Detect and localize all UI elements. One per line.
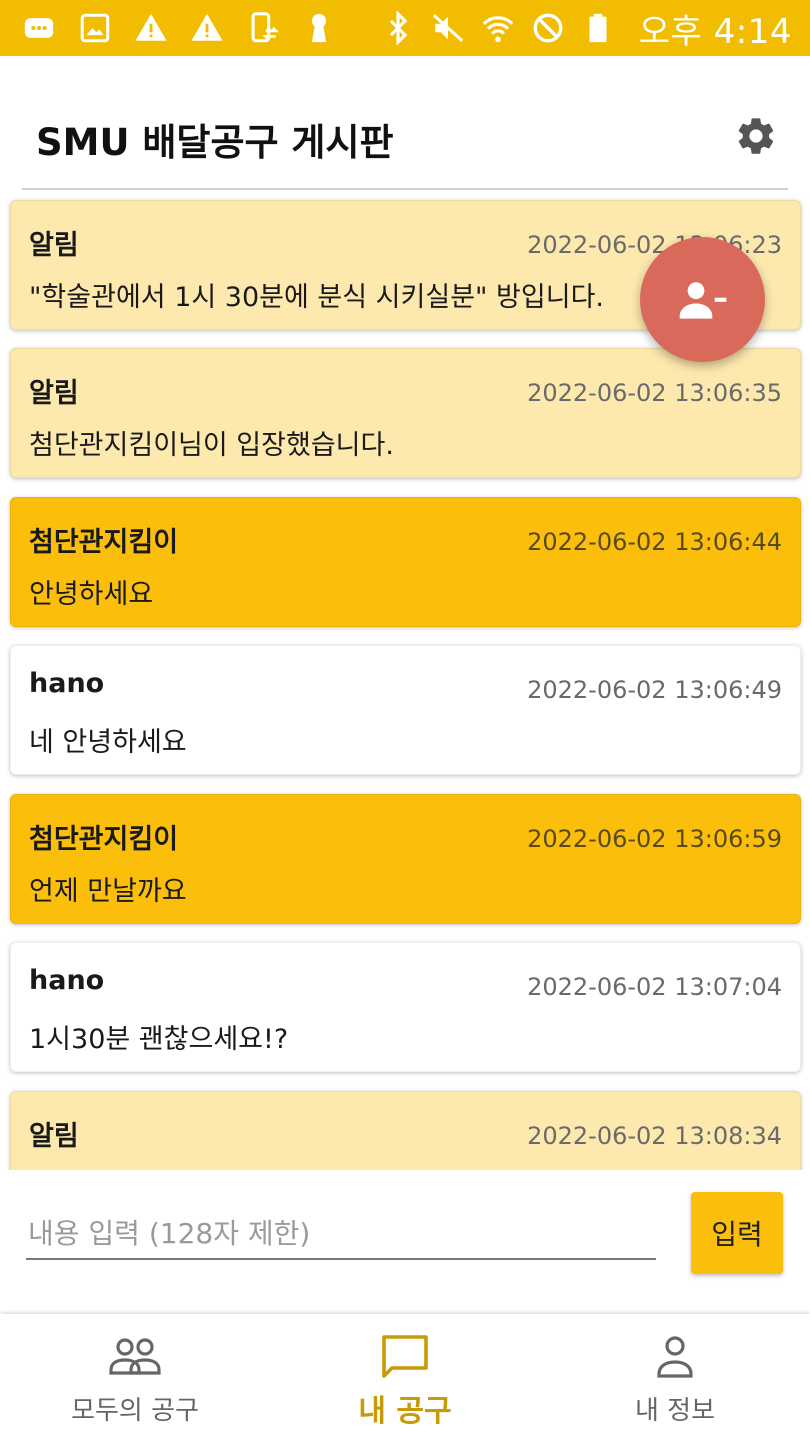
- status-time: 오후 4:14: [638, 11, 792, 52]
- message-sender: hano: [29, 668, 105, 699]
- group-icon: [108, 1332, 162, 1382]
- message-sender: 첨단관지킴이: [29, 824, 179, 855]
- mute-icon: [431, 11, 465, 45]
- message-time: 2022-06-02 13:06:59: [527, 825, 782, 853]
- header-divider: [22, 188, 788, 190]
- message-card: 알림 2022-06-02 13:08:34: [10, 1091, 801, 1170]
- app-screen: 오후 4:14 SMU 배달공구 게시판 알림 2022-06-02 13:06…: [0, 0, 810, 1440]
- nav-item-my-info[interactable]: 내 정보: [540, 1314, 810, 1440]
- message-card: 알림 2022-06-02 13:06:35 첨단관지킴이님이 입장했습니다.: [10, 348, 801, 478]
- status-bar-system: 오후 4:14: [381, 4, 792, 53]
- message-sender: 알림: [29, 1121, 79, 1152]
- message-body: 1시30분 괜찮으세요!?: [29, 1024, 289, 1055]
- message-body: 첨단관지킴이님이 입장했습니다.: [29, 430, 394, 461]
- remove-person-icon: [679, 281, 726, 319]
- app-header: SMU 배달공구 게시판: [0, 56, 810, 192]
- message-sender: 알림: [29, 378, 79, 409]
- message-sender: hano: [29, 965, 105, 996]
- battery-icon: [581, 11, 615, 45]
- message-time: 2022-06-02 13:07:04: [527, 973, 782, 1001]
- send-button[interactable]: 입력: [691, 1192, 783, 1274]
- message-card: hano 2022-06-02 13:07:04 1시30분 괜찮으세요!?: [10, 942, 801, 1072]
- message-time: 2022-06-02 13:08:34: [527, 1122, 782, 1150]
- page-title: SMU 배달공구 게시판: [36, 121, 394, 164]
- message-card: hano 2022-06-02 13:06:49 네 안녕하세요: [10, 645, 801, 775]
- wifi-icon: [481, 11, 515, 45]
- image-icon: [78, 11, 112, 45]
- gear-icon: [738, 118, 774, 154]
- warning-icon: [134, 11, 168, 45]
- do-not-disturb-icon: [531, 11, 565, 45]
- nav-label: 모두의 공구: [71, 1396, 199, 1426]
- input-area: 입력: [0, 1170, 810, 1314]
- message-body: 언제 만날까요: [29, 876, 187, 907]
- nav-label: 내 정보: [634, 1396, 716, 1426]
- keyhole-icon: [302, 11, 336, 45]
- bluetooth-icon: [381, 11, 415, 45]
- message-time: 2022-06-02 13:06:49: [527, 676, 782, 704]
- person-icon: [648, 1332, 702, 1382]
- status-bar: 오후 4:14: [0, 0, 810, 56]
- bottom-nav: 모두의 공구 내 공구 내 정보: [0, 1314, 810, 1440]
- nav-item-my-group-buys[interactable]: 내 공구: [270, 1314, 540, 1440]
- message-body: "학술관에서 1시 30분에 분식 시키실분" 방입니다.: [29, 282, 604, 313]
- chat-icon: [378, 1332, 432, 1382]
- nav-label: 내 공구: [358, 1394, 452, 1429]
- message-body: 안녕하세요: [29, 579, 154, 610]
- message-time: 2022-06-02 13:06:35: [527, 379, 782, 407]
- message-sender: 첨단관지킴이: [29, 527, 179, 558]
- message-time: 2022-06-02 13:06:44: [527, 528, 782, 556]
- settings-button[interactable]: [732, 112, 780, 160]
- message-sender: 알림: [29, 230, 79, 261]
- chat-bubble-icon: [22, 11, 56, 45]
- message-card: 첨단관지킴이 2022-06-02 13:06:59 언제 만날까요: [10, 794, 801, 924]
- message-body: 네 안녕하세요: [29, 727, 187, 758]
- warning-icon: [190, 11, 224, 45]
- nav-item-all-group-buys[interactable]: 모두의 공구: [0, 1314, 270, 1440]
- message-input[interactable]: [26, 1208, 656, 1260]
- status-bar-notifications: [22, 11, 336, 45]
- message-card: 첨단관지킴이 2022-06-02 13:06:44 안녕하세요: [10, 497, 801, 627]
- phone-sync-icon: [246, 11, 280, 45]
- leave-room-button[interactable]: [640, 237, 765, 362]
